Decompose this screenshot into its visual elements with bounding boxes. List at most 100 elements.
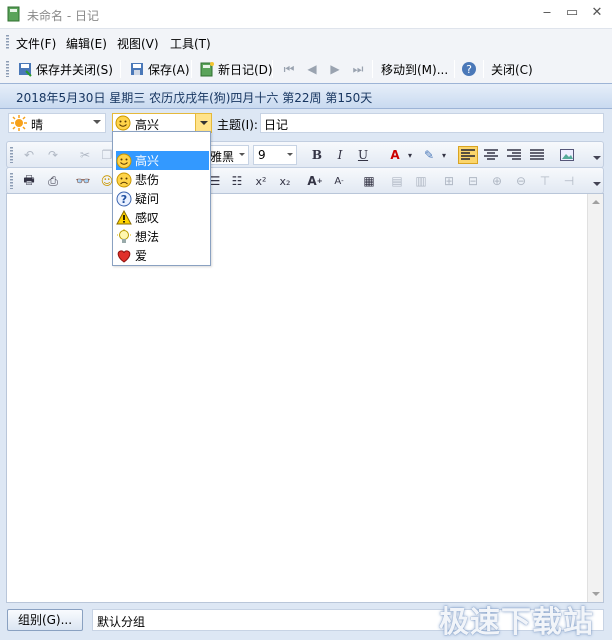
insert-row-icon[interactable]: ⊕ bbox=[487, 172, 507, 190]
chevron-down-icon[interactable]: ▾ bbox=[405, 146, 415, 164]
chevron-down-icon[interactable]: ▾ bbox=[439, 146, 449, 164]
insert-table-icon[interactable]: ▦ bbox=[359, 172, 379, 190]
next-entry-icon[interactable]: ▶ bbox=[326, 60, 344, 78]
menu-grip[interactable] bbox=[6, 35, 9, 50]
subject-value: 日记 bbox=[264, 118, 289, 132]
mood-option-label: 悲伤 bbox=[135, 173, 160, 187]
mood-option-sigh[interactable]: 感叹 bbox=[116, 208, 209, 227]
menu-view[interactable]: 视图(V) bbox=[117, 35, 159, 52]
mood-dropdown-arrow-icon[interactable] bbox=[195, 114, 211, 132]
mood-option-sad[interactable]: 悲伤 bbox=[116, 170, 209, 189]
font-size-select[interactable]: 9 bbox=[253, 145, 297, 165]
save-close-label: 保存并关闭(S) bbox=[36, 62, 113, 77]
redo-icon[interactable]: ↷ bbox=[43, 146, 63, 164]
bold-icon[interactable]: B bbox=[307, 146, 327, 164]
delete-row-icon[interactable]: ⊖ bbox=[511, 172, 531, 190]
mood-option-label: 爱 bbox=[135, 249, 148, 263]
toolbar-grip[interactable] bbox=[10, 147, 13, 163]
toolbar-overflow-icon[interactable] bbox=[593, 172, 601, 190]
first-entry-icon[interactable]: ⏮ bbox=[280, 60, 298, 78]
grow-font-icon[interactable]: A + bbox=[305, 172, 325, 190]
insert-image-icon[interactable] bbox=[557, 146, 577, 164]
help-icon[interactable]: ? bbox=[460, 60, 478, 78]
entry-fields-row: 晴 高兴 主题(I): 日记 bbox=[0, 109, 612, 139]
mood-option-label: 想法 bbox=[135, 230, 160, 244]
watermark-text: 极速下载站 bbox=[439, 605, 594, 640]
delete-column-icon[interactable]: ⊣ bbox=[559, 172, 579, 190]
toolbar-separator bbox=[120, 60, 121, 78]
main-toolbar: 保存并关闭(S) 保存(A) 新日记(D) ⏮ ◀ ▶ ⏭ 移动到(M)... … bbox=[0, 55, 612, 83]
align-left-icon[interactable] bbox=[458, 146, 478, 164]
undo-icon[interactable]: ↶ bbox=[19, 146, 39, 164]
previous-entry-icon[interactable]: ◀ bbox=[303, 60, 321, 78]
table-col-icon[interactable]: ▥ bbox=[411, 172, 431, 190]
scroll-down-icon[interactable] bbox=[592, 592, 600, 596]
diary-app-icon bbox=[7, 6, 20, 22]
mood-option-idea[interactable]: 想法 bbox=[116, 227, 209, 246]
cut-icon[interactable]: ✂ bbox=[75, 146, 95, 164]
lightbulb-icon bbox=[116, 228, 132, 245]
save-button[interactable]: 保存(A) bbox=[124, 58, 195, 80]
toolbar-grip[interactable] bbox=[10, 173, 13, 189]
find-icon[interactable]: 👓 bbox=[73, 172, 93, 190]
merge-cells-icon[interactable]: ⊞ bbox=[439, 172, 459, 190]
menu-tools[interactable]: 工具(T) bbox=[170, 35, 211, 52]
group-row: 组别(G)... 默认分组 极速下载站 bbox=[0, 603, 612, 640]
date-text: 2018年5月30日 星期三 农历戊戌年(狗)四月十六 第22周 第150天 bbox=[16, 91, 373, 105]
justify-icon[interactable] bbox=[527, 146, 547, 164]
close-window-button[interactable]: ✕ bbox=[586, 4, 608, 22]
svg-text:?: ? bbox=[121, 193, 127, 206]
print-icon[interactable]: 🖶 bbox=[19, 172, 39, 190]
font-color-icon[interactable]: A bbox=[385, 146, 405, 164]
print-preview-icon[interactable]: ⎙ bbox=[43, 172, 63, 190]
sun-icon bbox=[11, 115, 27, 134]
save-icon bbox=[131, 63, 143, 75]
font-name-select[interactable]: 雅黑 bbox=[205, 145, 249, 165]
highlight-icon[interactable]: ✎ bbox=[419, 146, 439, 164]
font-size-value: 9 bbox=[258, 148, 266, 162]
mood-select[interactable]: 高兴 bbox=[112, 113, 212, 133]
minimize-button[interactable]: ‒ bbox=[536, 4, 558, 22]
menu-file[interactable]: 文件(F) bbox=[16, 35, 56, 52]
subject-input[interactable]: 日记 bbox=[260, 113, 604, 133]
question-icon: ? bbox=[116, 191, 132, 207]
group-button[interactable]: 组别(G)... bbox=[7, 609, 83, 631]
mood-option-happy[interactable]: 高兴 bbox=[116, 151, 209, 170]
font-name-value: 雅黑 bbox=[210, 150, 235, 164]
menu-edit[interactable]: 编辑(E) bbox=[66, 35, 107, 52]
save-close-icon bbox=[19, 63, 32, 77]
insert-column-icon[interactable]: ⊤ bbox=[535, 172, 555, 190]
save-close-button[interactable]: 保存并关闭(S) bbox=[12, 58, 118, 80]
weather-select[interactable]: 晴 bbox=[8, 113, 106, 133]
move-to-button[interactable]: 移动到(M)... bbox=[376, 58, 453, 80]
weather-value: 晴 bbox=[31, 118, 44, 132]
last-entry-icon[interactable]: ⏭ bbox=[349, 60, 367, 78]
vertical-scrollbar[interactable] bbox=[587, 194, 603, 602]
maximize-button[interactable]: ▭ bbox=[561, 4, 583, 22]
mood-option-love[interactable]: 爱 bbox=[116, 246, 209, 265]
toolbar-separator bbox=[191, 60, 192, 78]
diary-editor[interactable] bbox=[6, 193, 604, 603]
toolbar-separator bbox=[454, 60, 455, 78]
group-value: 默认分组 bbox=[97, 615, 146, 629]
outdent-icon[interactable]: ☷ bbox=[227, 172, 247, 190]
mood-option-question[interactable]: ? 疑问 bbox=[116, 189, 209, 208]
date-banner: 2018年5月30日 星期三 农历戊戌年(狗)四月十六 第22周 第150天 bbox=[0, 83, 612, 109]
align-right-icon[interactable] bbox=[504, 146, 524, 164]
shrink-font-icon[interactable]: A- bbox=[329, 172, 349, 190]
align-center-icon[interactable] bbox=[481, 146, 501, 164]
superscript-icon[interactable]: x² bbox=[251, 172, 271, 190]
subscript-icon[interactable]: x₂ bbox=[275, 172, 295, 190]
save-label: 保存(A) bbox=[148, 62, 190, 77]
close-entry-button[interactable]: 关闭(C) bbox=[486, 58, 538, 80]
format-toolbar-2: 🖶 ⎙ 👓 ☺ ☰ ☷ x² x₂ A + A- ▦ ▤ ▥ ⊞ ⊟ ⊕ ⊖ ⊤ … bbox=[6, 167, 604, 194]
scroll-up-icon[interactable] bbox=[592, 200, 600, 204]
underline-icon[interactable]: U bbox=[353, 146, 373, 164]
split-cells-icon[interactable]: ⊟ bbox=[463, 172, 483, 190]
heart-icon bbox=[116, 248, 132, 264]
toolbar-overflow-icon[interactable] bbox=[593, 146, 601, 164]
table-row-icon[interactable]: ▤ bbox=[387, 172, 407, 190]
new-diary-button[interactable]: 新日记(D) bbox=[194, 58, 278, 80]
italic-icon[interactable]: I bbox=[330, 146, 350, 164]
toolbar-grip[interactable] bbox=[6, 61, 9, 77]
